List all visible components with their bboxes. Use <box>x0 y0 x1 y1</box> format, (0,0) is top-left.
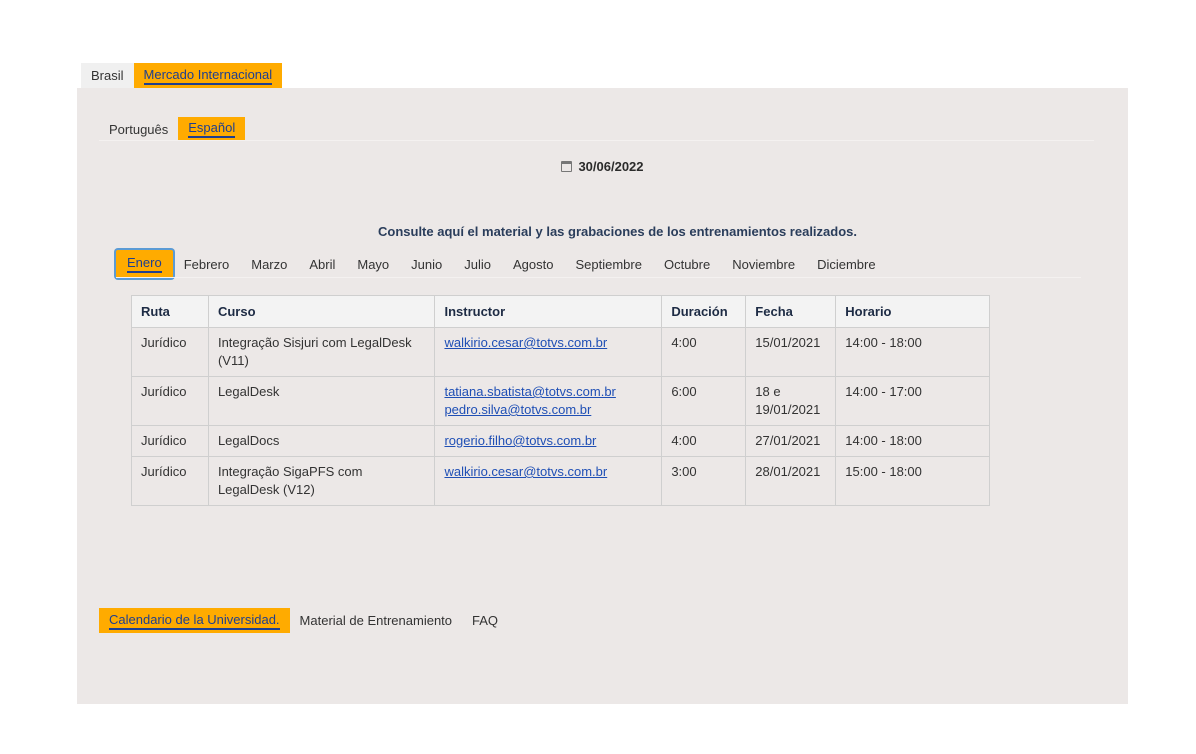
tab-faq[interactable]: FAQ <box>462 608 508 633</box>
table-row: Jurídico Integração SigaPFS com LegalDes… <box>131 456 990 506</box>
tab-mercado-internacional[interactable]: Mercado Internacional <box>133 63 283 88</box>
cell-horario: 14:00 - 17:00 <box>835 376 990 426</box>
month-label: Abril <box>309 256 336 272</box>
tab-portugues[interactable]: Português <box>99 117 178 141</box>
month-label: Mayo <box>357 256 390 272</box>
tab-month-agosto[interactable]: Agosto <box>502 250 564 278</box>
month-label: Enero <box>127 255 162 273</box>
instructor-email-link[interactable]: walkirio.cesar@totvs.com.br <box>444 463 652 481</box>
month-label: Febrero <box>183 256 230 272</box>
tab-calendario[interactable]: Calendario de la Universidad. <box>99 608 290 633</box>
instructor-email-link[interactable]: pedro.silva@totvs.com.br <box>444 401 652 419</box>
training-table: Ruta Curso Instructor Duración Fecha Hor… <box>131 295 990 506</box>
column-header-fecha: Fecha <box>745 295 837 328</box>
tab-material[interactable]: Material de Entrenamiento <box>290 608 462 633</box>
tab-month-noviembre[interactable]: Noviembre <box>721 250 806 278</box>
calendar-icon <box>561 161 573 172</box>
cell-instructor: rogerio.filho@totvs.com.br <box>434 425 663 457</box>
table-row: Jurídico LegalDocs rogerio.filho@totvs.c… <box>131 425 990 457</box>
month-label: Septiembre <box>575 256 642 272</box>
cell-instructor: walkirio.cesar@totvs.com.br <box>434 327 663 377</box>
cell-duracion: 6:00 <box>661 376 747 426</box>
date-display: 30/06/2022 <box>77 159 1128 174</box>
table-row: Jurídico Integração Sisjuri com LegalDes… <box>131 327 990 377</box>
tab-month-mayo[interactable]: Mayo <box>346 250 400 278</box>
tab-month-octubre[interactable]: Octubre <box>653 250 721 278</box>
month-tabs: Enero Febrero Marzo Abril Mayo Junio Jul… <box>116 250 887 278</box>
language-tabs: Português Español <box>99 117 246 141</box>
tab-label: Español <box>188 120 236 138</box>
cell-instructor: walkirio.cesar@totvs.com.br <box>434 456 663 506</box>
column-header-horario: Horario <box>835 295 990 328</box>
page-subtitle: Consulte aquí el material y las grabacio… <box>378 224 857 239</box>
table-row: Jurídico LegalDesk tatiana.sbatista@totv… <box>131 376 990 426</box>
month-label: Diciembre <box>817 256 876 272</box>
month-label: Agosto <box>513 256 554 272</box>
cell-ruta: Jurídico <box>131 327 209 377</box>
cell-ruta: Jurídico <box>131 425 209 457</box>
tab-month-diciembre[interactable]: Diciembre <box>806 250 887 278</box>
cell-duracion: 4:00 <box>661 425 747 457</box>
month-label: Marzo <box>251 256 288 272</box>
divider <box>116 277 1081 278</box>
month-label: Octubre <box>663 256 711 272</box>
cell-duracion: 3:00 <box>661 456 747 506</box>
cell-curso: LegalDesk <box>207 376 436 426</box>
instructor-email-link[interactable]: tatiana.sbatista@totvs.com.br <box>444 383 652 401</box>
tab-label: Mercado Internacional <box>143 67 273 85</box>
month-label: Julio <box>464 256 491 272</box>
footer-tabs: Calendario de la Universidad. Material d… <box>99 608 508 633</box>
instructor-email-link[interactable]: walkirio.cesar@totvs.com.br <box>444 334 652 352</box>
cell-horario: 15:00 - 18:00 <box>835 456 990 506</box>
column-header-duracion: Duración <box>661 295 747 328</box>
region-tabs: Brasil Mercado Internacional <box>81 63 283 88</box>
cell-curso: Integração Sisjuri com LegalDesk (V11) <box>207 327 436 377</box>
tab-month-septiembre[interactable]: Septiembre <box>564 250 652 278</box>
column-header-ruta: Ruta <box>131 295 209 328</box>
tab-label: FAQ <box>472 613 499 628</box>
cell-ruta: Jurídico <box>131 456 209 506</box>
month-label: Noviembre <box>732 256 796 272</box>
tab-label: Material de Entrenamiento <box>299 613 453 628</box>
tab-month-febrero[interactable]: Febrero <box>173 250 241 278</box>
cell-fecha: 28/01/2021 <box>745 456 837 506</box>
cell-fecha: 27/01/2021 <box>745 425 837 457</box>
column-header-instructor: Instructor <box>434 295 663 328</box>
cell-curso: Integração SigaPFS com LegalDesk (V12) <box>207 456 436 506</box>
cell-horario: 14:00 - 18:00 <box>835 327 990 377</box>
divider <box>99 140 1094 141</box>
cell-instructor: tatiana.sbatista@totvs.com.br pedro.silv… <box>434 376 663 426</box>
cell-ruta: Jurídico <box>131 376 209 426</box>
instructor-email-link[interactable]: rogerio.filho@totvs.com.br <box>444 432 652 450</box>
tab-label: Calendario de la Universidad. <box>109 612 280 630</box>
content-panel: Português Español 30/06/2022 Consulte aq… <box>77 88 1128 704</box>
tab-label: Português <box>109 121 169 137</box>
tab-month-marzo[interactable]: Marzo <box>240 250 298 278</box>
date-text: 30/06/2022 <box>578 159 644 174</box>
cell-duracion: 4:00 <box>661 327 747 377</box>
tab-month-abril[interactable]: Abril <box>298 250 346 278</box>
cell-fecha: 18 e 19/01/2021 <box>745 376 837 426</box>
tab-label: Brasil <box>91 68 124 83</box>
tab-month-julio[interactable]: Julio <box>453 250 502 278</box>
tab-month-enero[interactable]: Enero <box>116 250 173 278</box>
cell-fecha: 15/01/2021 <box>745 327 837 377</box>
column-header-curso: Curso <box>207 295 436 328</box>
month-label: Junio <box>411 256 443 272</box>
tab-month-junio[interactable]: Junio <box>400 250 453 278</box>
tab-brasil[interactable]: Brasil <box>81 63 134 88</box>
cell-curso: LegalDocs <box>207 425 436 457</box>
table-header-row: Ruta Curso Instructor Duración Fecha Hor… <box>131 295 990 328</box>
tab-espanol[interactable]: Español <box>178 117 246 141</box>
cell-horario: 14:00 - 18:00 <box>835 425 990 457</box>
